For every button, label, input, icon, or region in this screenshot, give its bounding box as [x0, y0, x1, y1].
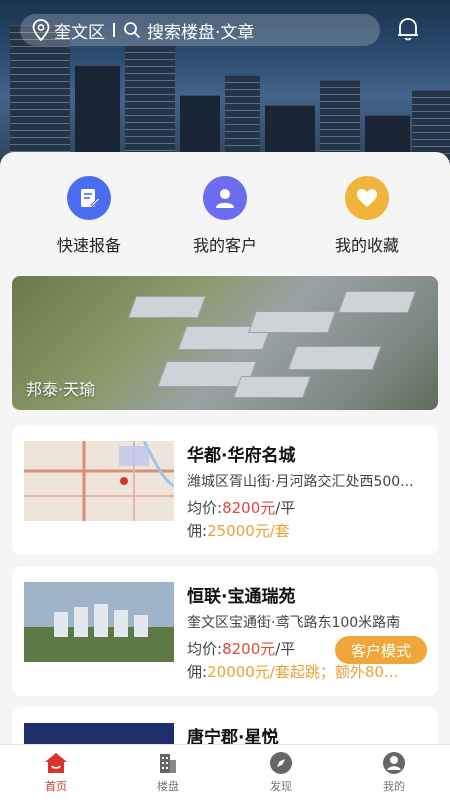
- listing-name: 恒联·宝通瑞苑: [187, 587, 296, 607]
- tab-label: 发现: [270, 780, 292, 793]
- listing-commission: 佣:20000元/套起跳；额外80...: [187, 661, 425, 682]
- building-icon: [160, 754, 176, 773]
- listing-card[interactable]: 恒联·宝通瑞苑 奎文区宝通街·鸢飞路东100米路南 均价:8200元/平 佣:2…: [12, 566, 438, 696]
- commission-value: 20000元/套起跳；额外80...: [207, 663, 399, 681]
- tab-home[interactable]: 首页: [21, 751, 91, 794]
- commission-value: 25000元/套: [207, 522, 290, 540]
- hero-city-background: 奎文区 搜索楼盘·文章: [0, 0, 450, 175]
- quick-action-label: 我的客户: [192, 236, 257, 255]
- divider: [113, 23, 115, 37]
- my-favorites-button[interactable]: 我的收藏: [307, 176, 427, 256]
- compass-icon: [270, 752, 292, 774]
- bottom-tab-bar: 首页 楼盘 发现 我的: [0, 744, 450, 800]
- commission-label: 佣:: [187, 663, 208, 681]
- edit-icon: [67, 176, 111, 220]
- price-value: 8200元: [222, 640, 276, 658]
- notification-bell-icon[interactable]: [396, 16, 420, 42]
- listing-commission: 佣:25000元/套: [187, 520, 425, 541]
- listing-render-thumbnail: [24, 582, 174, 662]
- my-clients-button[interactable]: 我的客户: [165, 176, 285, 256]
- home-icon: [45, 753, 67, 773]
- price-label: 均价:: [187, 499, 223, 517]
- city-selector[interactable]: 奎文区: [54, 18, 105, 43]
- banner-caption: 邦泰·天瑜: [26, 380, 96, 399]
- user-icon: [203, 176, 247, 220]
- tab-properties[interactable]: 楼盘: [133, 751, 203, 794]
- profile-icon: [383, 752, 405, 774]
- quick-actions: 快速报备 我的客户 我的收藏: [0, 176, 450, 266]
- content-panel: 快速报备 我的客户 我的收藏 邦泰·天瑜 华都·华府名城 潍城区胥山街·月河路交…: [0, 152, 450, 800]
- search-icon: [124, 22, 141, 39]
- price-label: 均价:: [187, 640, 223, 658]
- price-value: 8200元: [222, 499, 276, 517]
- listing-price: 均价:8200元/平: [187, 497, 295, 518]
- featured-banner[interactable]: 邦泰·天瑜: [12, 276, 438, 410]
- commission-label: 佣:: [187, 522, 208, 540]
- price-unit: /平: [275, 499, 296, 517]
- listing-name: 华都·华府名城: [187, 446, 296, 466]
- tab-profile[interactable]: 我的: [359, 751, 429, 794]
- listing-card[interactable]: 华都·华府名城 潍城区胥山街·月河路交汇处西500... 均价:8200元/平 …: [12, 425, 438, 555]
- listing-address: 奎文区宝通街·鸢飞路东100米路南: [187, 615, 401, 631]
- tab-label: 楼盘: [157, 780, 179, 793]
- location-pin-icon: [32, 19, 50, 41]
- tab-label: 首页: [45, 780, 67, 793]
- search-input[interactable]: 搜索楼盘·文章: [147, 18, 254, 43]
- customer-mode-button[interactable]: 客户模式: [335, 636, 427, 664]
- quick-action-label: 我的收藏: [334, 236, 399, 255]
- tab-label: 我的: [383, 780, 405, 793]
- search-bar[interactable]: 奎文区 搜索楼盘·文章: [20, 14, 380, 46]
- listing-price: 均价:8200元/平: [187, 638, 295, 659]
- heart-icon: [345, 176, 389, 220]
- listing-map-thumbnail: [24, 441, 174, 521]
- listing-address: 潍城区胥山街·月河路交汇处西500...: [187, 474, 414, 490]
- quick-action-label: 快速报备: [56, 236, 121, 255]
- tab-discover[interactable]: 发现: [246, 751, 316, 794]
- price-unit: /平: [275, 640, 296, 658]
- quick-report-button[interactable]: 快速报备: [29, 176, 149, 256]
